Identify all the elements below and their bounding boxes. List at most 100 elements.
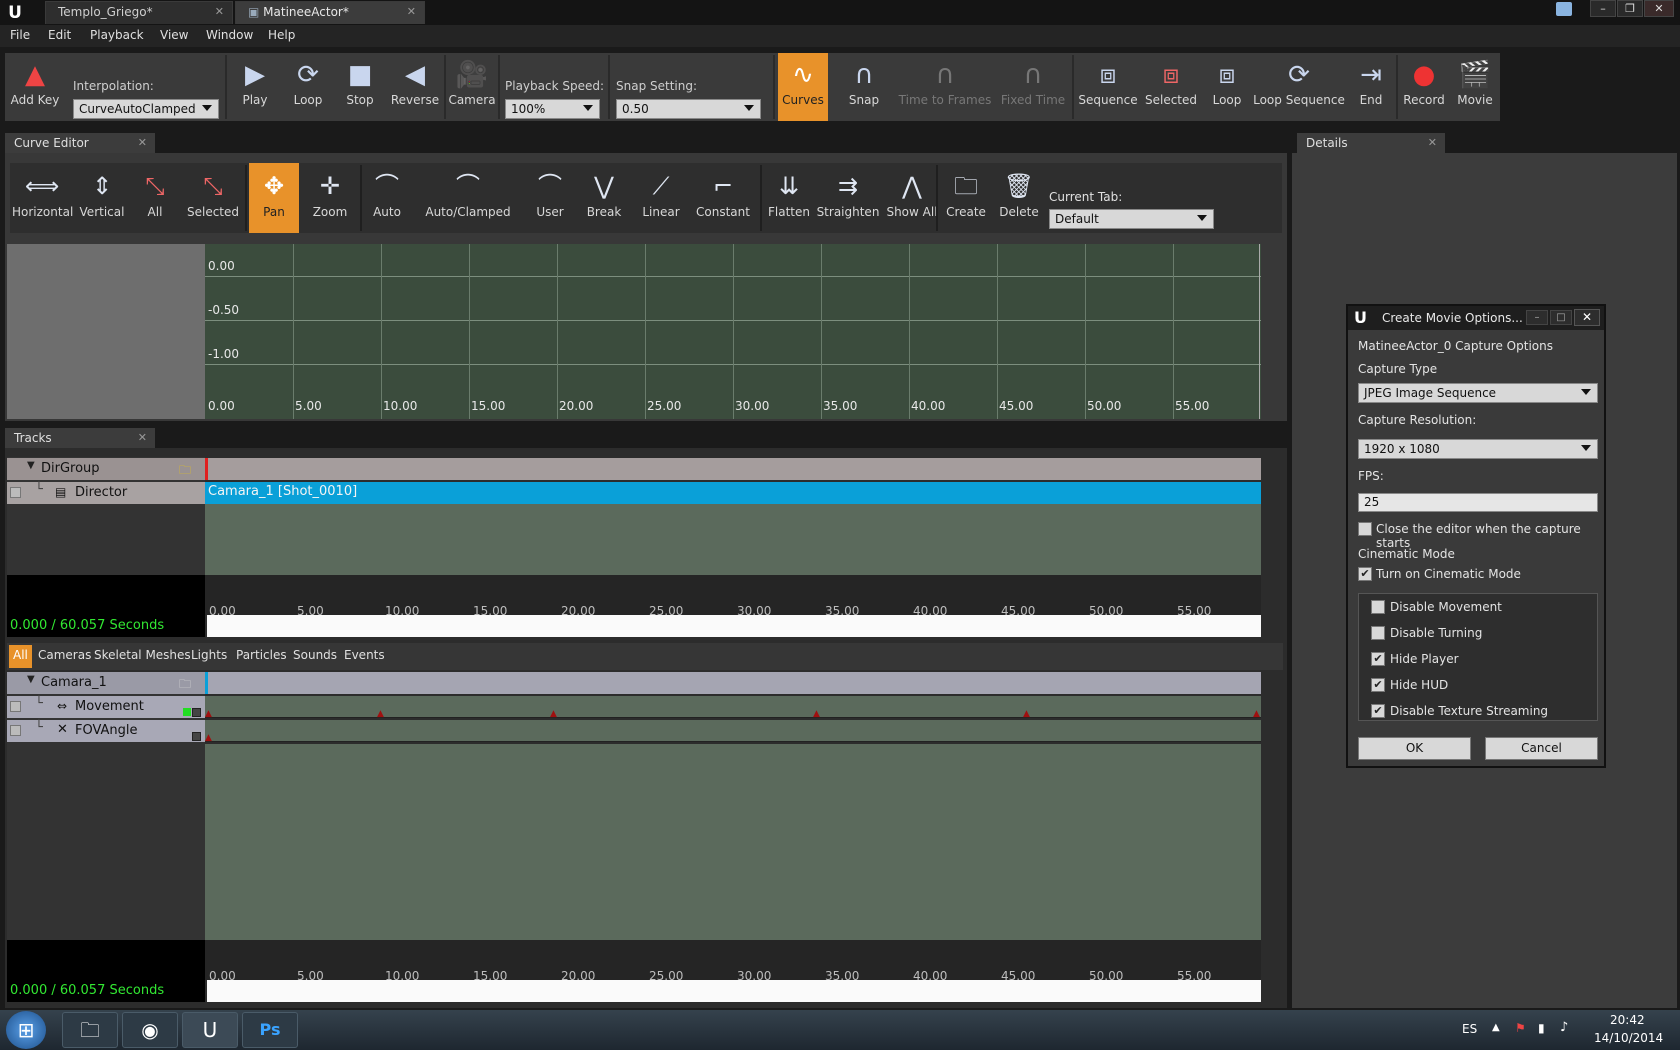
group-dirgroup[interactable]: ▼ DirGroup 🗀 — [7, 458, 205, 480]
menu-view[interactable]: View — [160, 28, 188, 42]
clock-date[interactable]: 14/10/2014 — [1594, 1031, 1663, 1045]
ok-button[interactable]: OK — [1358, 737, 1471, 760]
keyframe-marker[interactable]: ▲ — [205, 709, 212, 719]
snap-button[interactable]: ∩ Snap — [838, 53, 890, 121]
capture-resolution-dropdown[interactable]: 1920 x 1080 — [1358, 439, 1598, 459]
group-camara-1[interactable]: ▼ Camara_1 🗀 — [7, 672, 205, 694]
add-key-button[interactable]: ▲ Add Key — [5, 53, 65, 121]
close-icon[interactable]: ✕ — [407, 5, 416, 18]
tab-matinee-actor[interactable]: ▣ MatineeActor* ✕ — [235, 1, 425, 24]
loop-button[interactable]: ⟳ Loop — [282, 53, 334, 121]
curve-label-list[interactable] — [7, 244, 205, 419]
cancel-button[interactable]: Cancel — [1485, 737, 1598, 760]
curve-toggle-button[interactable] — [192, 708, 201, 717]
close-icon[interactable]: ✕ — [138, 136, 147, 149]
timeline-scrollbar-bottom[interactable] — [207, 980, 1261, 1002]
menu-window[interactable]: Window — [206, 28, 253, 42]
snap-setting-dropdown[interactable]: 0.50 — [616, 99, 761, 119]
curve-editor-tab[interactable]: Curve Editor ✕ — [5, 133, 155, 153]
hide-hud-checkbox[interactable]: ✔ — [1371, 678, 1385, 692]
folder-icon[interactable]: 🗀 — [179, 461, 191, 482]
keyframe-marker[interactable]: ▲ — [1253, 709, 1260, 719]
track-visibility-checkbox[interactable] — [10, 701, 21, 712]
tab-templo-griego[interactable]: Templo_Griego* ✕ — [45, 1, 233, 24]
capture-type-dropdown[interactable]: JPEG Image Sequence — [1358, 383, 1598, 403]
user-tangent-button[interactable]: ⌒ User — [522, 163, 578, 233]
camera-track-empty-area[interactable] — [205, 744, 1261, 940]
close-icon[interactable]: ✕ — [215, 5, 224, 18]
fixed-time-button[interactable]: ∩ Fixed Time — [995, 53, 1071, 121]
filter-sounds[interactable]: Sounds — [289, 645, 341, 668]
track-visibility-checkbox[interactable] — [10, 487, 21, 498]
maximize-button[interactable]: ❐ — [1617, 0, 1643, 17]
track-fovangle[interactable]: └ ✕ FOVAngle — [7, 720, 205, 742]
director-shot-bar[interactable]: Camara_1 [Shot_0010] — [205, 482, 1261, 504]
close-icon[interactable]: ✕ — [138, 431, 147, 444]
keyframe-marker[interactable]: ▲ — [377, 709, 384, 719]
straighten-button[interactable]: ⇉ Straighten — [816, 163, 880, 233]
loop-view-button[interactable]: ⧈ Loop — [1203, 53, 1251, 121]
close-dialog-button[interactable]: ✕ — [1574, 309, 1600, 326]
sequence-button[interactable]: ⧈ Sequence — [1076, 53, 1140, 121]
show-all-button[interactable]: ⋀ Show All — [882, 163, 942, 233]
flatten-button[interactable]: ⇊ Flatten — [764, 163, 814, 233]
network-icon[interactable]: ▮ — [1538, 1021, 1545, 1035]
filter-events[interactable]: Events — [340, 645, 389, 668]
break-tangent-button[interactable]: ⋁ Break — [580, 163, 628, 233]
curve-toggle-button[interactable] — [192, 732, 201, 741]
keyframe-marker[interactable]: ▲ — [550, 709, 557, 719]
fovangle-track-area[interactable]: ▲ — [205, 720, 1261, 743]
disable-movement-checkbox[interactable] — [1371, 600, 1385, 614]
language-indicator[interactable]: ES — [1462, 1022, 1477, 1036]
maximize-button[interactable]: □ — [1550, 310, 1572, 325]
track-director[interactable]: └ ▤ Director — [7, 482, 205, 504]
unreal-engine-icon[interactable]: U — [182, 1012, 238, 1048]
interpolation-dropdown[interactable]: CurveAutoClamped — [73, 99, 219, 119]
menu-playback[interactable]: Playback — [90, 28, 144, 42]
details-tab[interactable]: Details ✕ — [1297, 133, 1445, 153]
play-button[interactable]: ▶ Play — [230, 53, 280, 121]
close-window-button[interactable]: ✕ — [1644, 0, 1674, 17]
loop-sequence-button[interactable]: ⟳ Loop Sequence — [1253, 53, 1345, 121]
timeline-scrollbar[interactable] — [207, 615, 1261, 637]
movie-button[interactable]: 🎬 Movie — [1451, 53, 1499, 121]
action-center-icon[interactable]: ⚑ — [1515, 1021, 1526, 1035]
disable-turning-checkbox[interactable] — [1371, 626, 1385, 640]
hide-player-checkbox[interactable]: ✔ — [1371, 652, 1385, 666]
current-tab-dropdown[interactable]: Default — [1049, 209, 1214, 229]
volume-icon[interactable]: ♪ — [1560, 1020, 1568, 1035]
tracks-tab[interactable]: Tracks ✕ — [5, 428, 155, 448]
playback-speed-dropdown[interactable]: 100% — [505, 99, 600, 119]
filter-lights[interactable]: Lights — [187, 645, 231, 668]
fit-vertical-button[interactable]: ⇕ Vertical — [78, 163, 126, 233]
stop-button[interactable]: ■ Stop — [335, 53, 385, 121]
keyframe-marker[interactable]: ▲ — [1023, 709, 1030, 719]
fit-selected-button[interactable]: ⤡ Selected — [186, 163, 240, 233]
filter-particles[interactable]: Particles — [232, 645, 291, 668]
zoom-mode-button[interactable]: ✛ Zoom — [308, 163, 352, 233]
selected-button[interactable]: ⧈ Selected — [1141, 53, 1201, 121]
collapse-triangle-icon[interactable]: ▼ — [27, 674, 35, 685]
photoshop-icon[interactable]: Ps — [242, 1012, 298, 1048]
keyframe-marker[interactable]: ▲ — [813, 709, 820, 719]
movement-track-area[interactable]: ▲ ▲ ▲ ▲ ▲ ▲ — [205, 696, 1261, 719]
time-ruler[interactable]: 0.00 5.00 10.00 15.00 20.00 25.00 30.00 … — [7, 575, 1261, 618]
close-icon[interactable]: ✕ — [1428, 136, 1437, 149]
filter-all[interactable]: All — [9, 645, 32, 668]
time-to-frames-button[interactable]: ∩ Time to Frames — [897, 53, 993, 121]
clock-time[interactable]: 20:42 — [1610, 1013, 1645, 1027]
fit-horizontal-button[interactable]: ⟺ Horizontal — [12, 163, 73, 233]
create-tab-button[interactable]: 🗀 Create — [942, 163, 990, 233]
track-visibility-checkbox[interactable] — [10, 725, 21, 736]
minimize-button[interactable]: – — [1590, 0, 1616, 17]
firefox-icon[interactable]: ◉ — [122, 1012, 178, 1048]
start-button[interactable]: ⊞ — [6, 1011, 46, 1049]
file-explorer-icon[interactable]: 🗀 — [62, 1012, 118, 1048]
dialog-title-bar[interactable]: U Create Movie Options... – □ ✕ — [1348, 306, 1604, 330]
curves-toggle-button[interactable]: ∿ Curves — [778, 53, 828, 121]
disable-texture-streaming-checkbox[interactable]: ✔ — [1371, 704, 1385, 718]
linear-tangent-button[interactable]: ⟋ Linear — [636, 163, 686, 233]
reverse-button[interactable]: ◀ Reverse — [387, 53, 443, 121]
director-track-area[interactable] — [205, 504, 1261, 576]
keyframe-marker[interactable]: ▲ — [205, 733, 212, 743]
